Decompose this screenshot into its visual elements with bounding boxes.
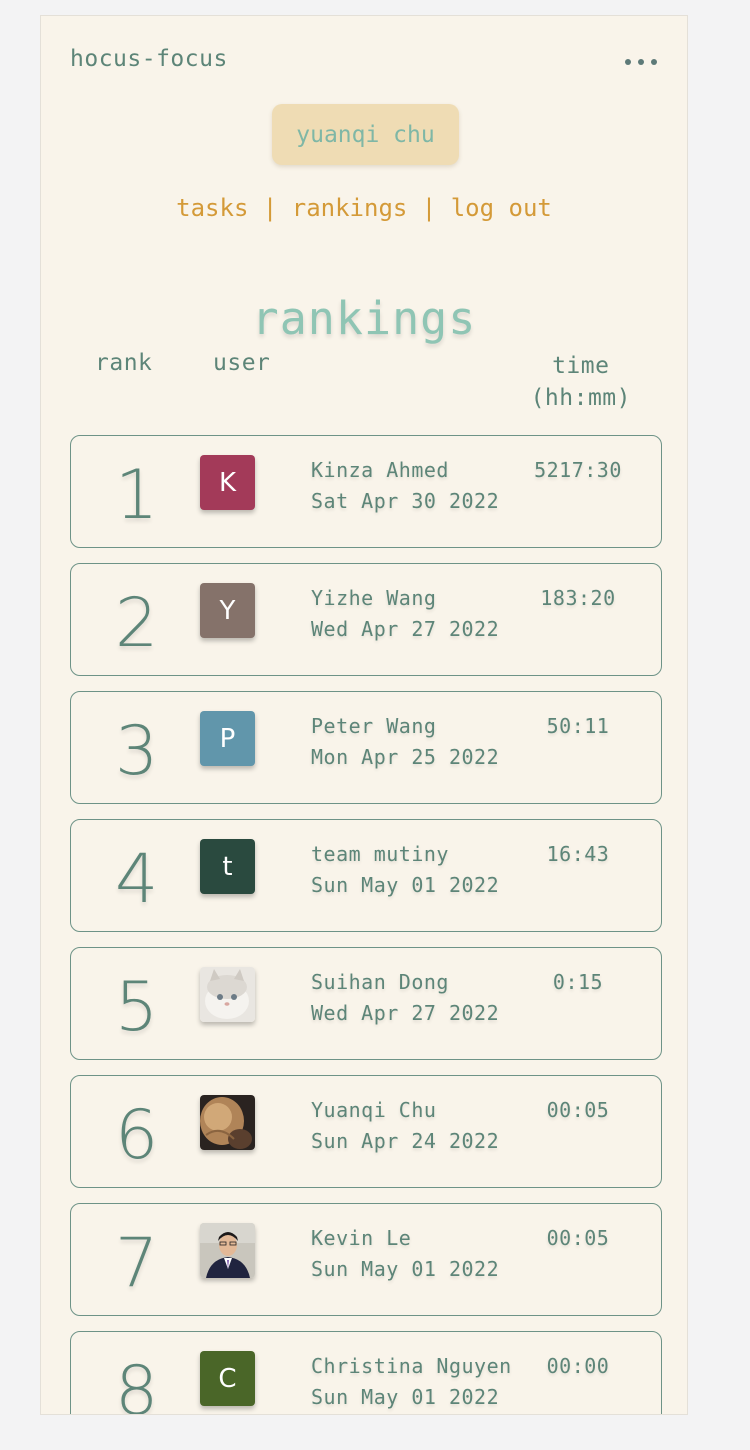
person-photo-icon bbox=[200, 1223, 255, 1278]
user-date: Sun May 01 2022 bbox=[311, 873, 500, 897]
app-title[interactable]: hocus-focus bbox=[70, 46, 228, 72]
user-name: team mutiny bbox=[311, 842, 449, 866]
column-header-time-label: time bbox=[552, 353, 610, 379]
page-heading: rankings bbox=[251, 292, 477, 345]
ranking-row: 7 Kevin Le Sun May 01 2022 00:05 bbox=[70, 1203, 662, 1316]
rank-number: 3 bbox=[115, 712, 159, 791]
ranking-row: 3 P Peter Wang Mon Apr 25 2022 50:11 bbox=[70, 691, 662, 804]
user-name: Suihan Dong bbox=[311, 970, 449, 994]
ranking-row: 5 Suihan Dong Wed Apr 27 2022 0:15 bbox=[70, 947, 662, 1060]
avatar: t bbox=[200, 839, 255, 894]
user-date: Sun May 01 2022 bbox=[311, 1257, 500, 1281]
avatar: Y bbox=[200, 583, 255, 638]
user-name-badge[interactable]: yuanqi chu bbox=[272, 104, 459, 165]
rankings-list: 1 K Kinza Ahmed Sat Apr 30 2022 5217:30 … bbox=[70, 435, 662, 1415]
user-name: Christina Nguyen bbox=[311, 1354, 512, 1378]
rank-number: 7 bbox=[115, 1224, 159, 1303]
user-date: Wed Apr 27 2022 bbox=[311, 1001, 500, 1025]
ranking-row: 1 K Kinza Ahmed Sat Apr 30 2022 5217:30 bbox=[70, 435, 662, 548]
rank-number: 1 bbox=[115, 456, 159, 535]
user-time: 00:00 bbox=[546, 1354, 610, 1378]
nav-tasks-link[interactable]: tasks bbox=[176, 194, 248, 222]
column-header-time: time (hh:mm) bbox=[531, 350, 631, 414]
avatar bbox=[200, 967, 255, 1022]
avatar bbox=[200, 1095, 255, 1150]
user-name: Kevin Le bbox=[311, 1226, 412, 1250]
nav-separator: | bbox=[262, 194, 278, 222]
nav-rankings-link[interactable]: rankings bbox=[292, 194, 408, 222]
user-date: Sun May 01 2022 bbox=[311, 1385, 500, 1409]
user-date: Mon Apr 25 2022 bbox=[311, 745, 500, 769]
dot bbox=[638, 59, 644, 65]
main-nav: tasks | rankings | log out bbox=[41, 194, 687, 222]
user-name: Yizhe Wang bbox=[311, 586, 437, 610]
user-date: Sat Apr 30 2022 bbox=[311, 489, 500, 513]
rank-number: 2 bbox=[115, 584, 159, 663]
cat-photo-icon bbox=[200, 967, 255, 1022]
user-name: Yuanqi Chu bbox=[311, 1098, 437, 1122]
avatar-letter: P bbox=[219, 723, 236, 754]
avatar: P bbox=[200, 711, 255, 766]
user-time: 5217:30 bbox=[534, 458, 622, 482]
rank-number: 8 bbox=[115, 1352, 159, 1415]
user-name: Kinza Ahmed bbox=[311, 458, 449, 482]
ranking-row: 4 t team mutiny Sun May 01 2022 16:43 bbox=[70, 819, 662, 932]
avatar: K bbox=[200, 455, 255, 510]
user-name: Peter Wang bbox=[311, 714, 437, 738]
avatar-letter: C bbox=[218, 1363, 237, 1394]
user-time: 00:05 bbox=[546, 1098, 610, 1122]
user-time: 50:11 bbox=[546, 714, 610, 738]
dot bbox=[651, 59, 657, 65]
user-date: Wed Apr 27 2022 bbox=[311, 617, 500, 641]
rank-number: 4 bbox=[115, 840, 159, 919]
dot bbox=[625, 59, 631, 65]
user-time: 183:20 bbox=[540, 586, 616, 610]
avatar-letter: t bbox=[222, 851, 233, 882]
column-header-rank: rank bbox=[95, 350, 153, 376]
user-time: 00:05 bbox=[546, 1226, 610, 1250]
nav-logout-link[interactable]: log out bbox=[451, 194, 552, 222]
avatar-letter: K bbox=[218, 467, 237, 498]
column-header-time-unit: (hh:mm) bbox=[530, 385, 631, 411]
pet-photo-icon bbox=[200, 1095, 255, 1150]
avatar-letter: Y bbox=[219, 595, 236, 626]
column-header-user: user bbox=[213, 350, 271, 376]
avatar: C bbox=[200, 1351, 255, 1406]
ranking-row: 8 C Christina Nguyen Sun May 01 2022 00:… bbox=[70, 1331, 662, 1415]
more-options-icon[interactable] bbox=[625, 56, 657, 68]
user-time: 16:43 bbox=[546, 842, 610, 866]
app-frame: hocus-focus yuanqi chu tasks | rankings … bbox=[40, 15, 688, 1415]
avatar bbox=[200, 1223, 255, 1278]
ranking-row: 6 Yuanqi Chu Sun Apr 24 2022 00:05 bbox=[70, 1075, 662, 1188]
user-date: Sun Apr 24 2022 bbox=[311, 1129, 500, 1153]
ranking-row: 2 Y Yizhe Wang Wed Apr 27 2022 183:20 bbox=[70, 563, 662, 676]
rank-number: 6 bbox=[115, 1096, 159, 1175]
nav-separator: | bbox=[421, 194, 437, 222]
user-time: 0:15 bbox=[552, 970, 604, 994]
rank-number: 5 bbox=[115, 968, 159, 1047]
